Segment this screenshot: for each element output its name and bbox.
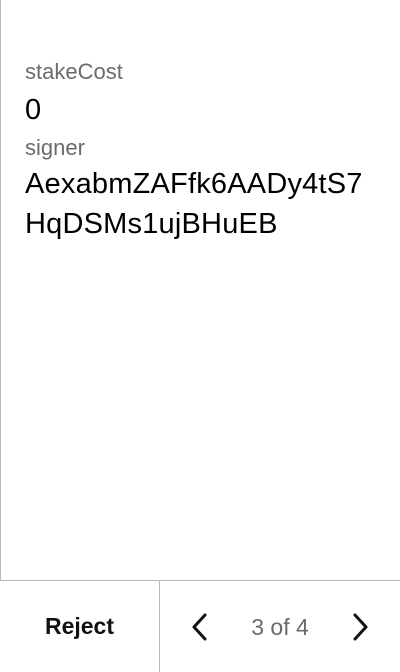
chevron-right-icon xyxy=(353,613,368,641)
field-list: stakeCost 0 signer AexabmZAFfk6AADy4tS7H… xyxy=(25,58,379,248)
transaction-detail-panel: stakeCost 0 signer AexabmZAFfk6AADy4tS7H… xyxy=(0,0,399,672)
field-label-stake-cost: stakeCost xyxy=(25,59,123,84)
previous-page-button[interactable] xyxy=(180,607,220,647)
field-value-stake-cost: 0 xyxy=(25,94,42,126)
field-value-signer: AexabmZAFfk6AADy4tS7HqDSMs1ujBHuEB xyxy=(25,168,363,240)
next-page-button[interactable] xyxy=(340,607,380,647)
field-label-signer: signer xyxy=(25,135,85,160)
chevron-left-icon xyxy=(192,613,207,641)
page-indicator: 3 of 4 xyxy=(251,614,309,640)
action-footer: Reject 3 of 4 xyxy=(0,580,400,672)
reject-button[interactable]: Reject xyxy=(0,581,160,672)
pagination: 3 of 4 xyxy=(160,581,400,672)
